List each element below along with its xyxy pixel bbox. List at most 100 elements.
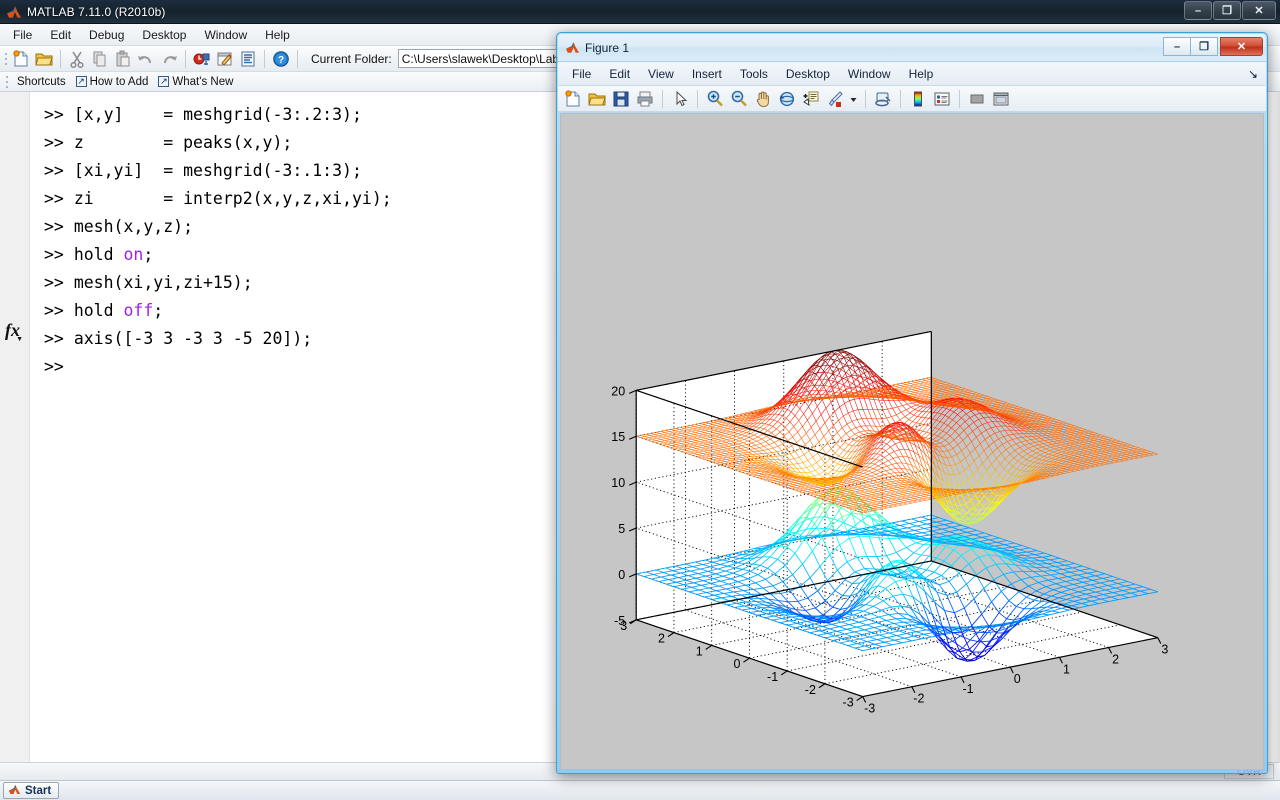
matlab-start-button[interactable]: Start — [3, 782, 60, 799]
matlab-title-text: MATLAB 7.11.0 (R2010b) — [27, 4, 166, 19]
command-text: axis([-3 3 -3 3 -5 20]); — [73, 329, 313, 348]
copy-icon[interactable] — [89, 48, 111, 70]
figure-1-window: Figure 1 – ❐ ✕ File Edit View Insert Too… — [556, 32, 1268, 774]
figure-menu-file[interactable]: File — [563, 65, 600, 83]
toolbar-separator — [697, 89, 698, 108]
open-file-icon[interactable] — [33, 48, 55, 70]
zoom-out-icon[interactable] — [728, 88, 750, 110]
command-prompt: >> — [44, 161, 74, 180]
toolbar-grip[interactable] — [2, 49, 9, 69]
new-file-icon[interactable] — [10, 48, 32, 70]
rotate-3d-icon[interactable] — [776, 88, 798, 110]
matlab-logo-icon — [565, 40, 580, 55]
current-folder-label: Current Folder: — [311, 51, 392, 66]
figure-close-button[interactable]: ✕ — [1220, 37, 1263, 56]
figure-menu-view[interactable]: View — [639, 65, 683, 83]
start-button-label: Start — [25, 784, 52, 797]
colorbar-icon[interactable] — [907, 88, 929, 110]
command-window-scrollbar[interactable] — [1272, 92, 1280, 762]
toolbar-separator — [959, 89, 960, 108]
fx-function-browser-icon[interactable]: fx ▼ — [5, 320, 23, 343]
command-prompt: >> — [44, 217, 74, 236]
x-tick-label: -1 — [962, 682, 973, 696]
peaks-3d-mesh-plot[interactable]: -5051015203210-1-2-3 -3-2-10123 — [561, 114, 1264, 769]
shortcut-arrow-icon: ↗ — [158, 76, 170, 87]
show-plot-tools-icon[interactable] — [990, 88, 1012, 110]
x-tick-label: -3 — [864, 702, 875, 716]
command-text: zi = interp2(x,y,z,xi,yi); — [73, 189, 392, 208]
help-icon[interactable]: ? — [270, 48, 292, 70]
pan-icon[interactable] — [752, 88, 774, 110]
whats-new-label: What's New — [172, 75, 234, 88]
command-prompt: >> — [44, 189, 74, 208]
matlab-logo-icon — [6, 4, 22, 20]
figure-title-text: Figure 1 — [585, 40, 630, 55]
undo-icon[interactable] — [135, 48, 157, 70]
y-tick-label: 0 — [733, 657, 740, 671]
guide-icon[interactable] — [214, 48, 236, 70]
x-tick-label: 3 — [1161, 643, 1168, 657]
toolbar-separator — [297, 49, 298, 68]
brush-dropdown-icon[interactable] — [848, 88, 859, 110]
zoom-in-icon[interactable] — [704, 88, 726, 110]
shortcuts-grip[interactable] — [3, 72, 10, 92]
menu-edit[interactable]: Edit — [41, 26, 80, 44]
brush-icon[interactable] — [824, 88, 846, 110]
data-cursor-icon[interactable] — [800, 88, 822, 110]
command-keyword: off — [123, 301, 154, 320]
figure-plot-canvas[interactable]: -5 0 5 10 15 20 3 2 1 0 -1 -2 -3 -3 -2 -1 0 1 2 3 — [560, 113, 1264, 770]
paste-icon[interactable] — [112, 48, 134, 70]
command-keyword: on — [123, 245, 144, 264]
z-tick-label: 15 — [611, 430, 625, 444]
y-tick-label: 2 — [658, 632, 665, 646]
toolbar-separator — [60, 49, 61, 68]
figure-menu-tools[interactable]: Tools — [731, 65, 777, 83]
figure-window-buttons: – ❐ ✕ — [1163, 37, 1263, 56]
simulink-icon[interactable] — [191, 48, 213, 70]
figure-minimize-button[interactable]: – — [1163, 37, 1191, 56]
save-figure-icon[interactable] — [610, 88, 632, 110]
figure-titlebar: Figure 1 – ❐ ✕ — [558, 34, 1266, 62]
command-text: hold — [73, 301, 124, 320]
edit-plot-pointer-icon[interactable] — [669, 88, 691, 110]
matlab-minimize-button[interactable]: – — [1184, 1, 1212, 20]
profiler-icon[interactable] — [237, 48, 259, 70]
y-tick-label: 1 — [696, 644, 703, 658]
redo-icon[interactable] — [158, 48, 180, 70]
figure-menubar: File Edit View Insert Tools Desktop Wind… — [558, 62, 1266, 86]
toolbar-separator — [185, 49, 186, 68]
figure-menu-help[interactable]: Help — [900, 65, 943, 83]
menu-window[interactable]: Window — [195, 26, 256, 44]
cut-icon[interactable] — [66, 48, 88, 70]
menu-help[interactable]: Help — [256, 26, 299, 44]
menu-file[interactable]: File — [4, 26, 41, 44]
print-figure-icon[interactable] — [634, 88, 656, 110]
matlab-close-button[interactable]: ✕ — [1242, 1, 1276, 20]
whats-new-link[interactable]: ↗ What's New — [155, 76, 236, 88]
how-to-add-link[interactable]: ↗ How to Add — [73, 76, 152, 88]
menu-debug[interactable]: Debug — [80, 26, 133, 44]
legend-icon[interactable] — [931, 88, 953, 110]
y-tick-label: -2 — [805, 683, 816, 697]
z-tick-label: 5 — [618, 522, 625, 536]
current-folder-input[interactable]: C:\Users\slawek\Desktop\Lab — [397, 49, 583, 68]
hide-plot-tools-icon[interactable] — [966, 88, 988, 110]
link-data-icon[interactable] — [872, 88, 894, 110]
command-prompt: >> — [44, 357, 74, 376]
command-text: ; — [143, 245, 154, 264]
command-prompt: >> — [44, 329, 74, 348]
open-file-icon[interactable] — [586, 88, 608, 110]
dock-figure-icon[interactable]: ↘ — [1248, 67, 1258, 81]
toolbar-separator — [264, 49, 265, 68]
figure-menu-insert[interactable]: Insert — [683, 65, 731, 83]
figure-menu-edit[interactable]: Edit — [600, 65, 639, 83]
new-figure-icon[interactable] — [562, 88, 584, 110]
menu-desktop[interactable]: Desktop — [133, 26, 195, 44]
figure-menu-desktop[interactable]: Desktop — [777, 65, 839, 83]
matlab-restore-button[interactable]: ❐ — [1213, 1, 1241, 20]
command-window-gutter: fx ▼ — [0, 92, 30, 762]
toolbar-separator — [865, 89, 866, 108]
figure-menu-window[interactable]: Window — [839, 65, 900, 83]
figure-maximize-button[interactable]: ❐ — [1190, 37, 1218, 56]
x-tick-label: 1 — [1063, 662, 1070, 676]
